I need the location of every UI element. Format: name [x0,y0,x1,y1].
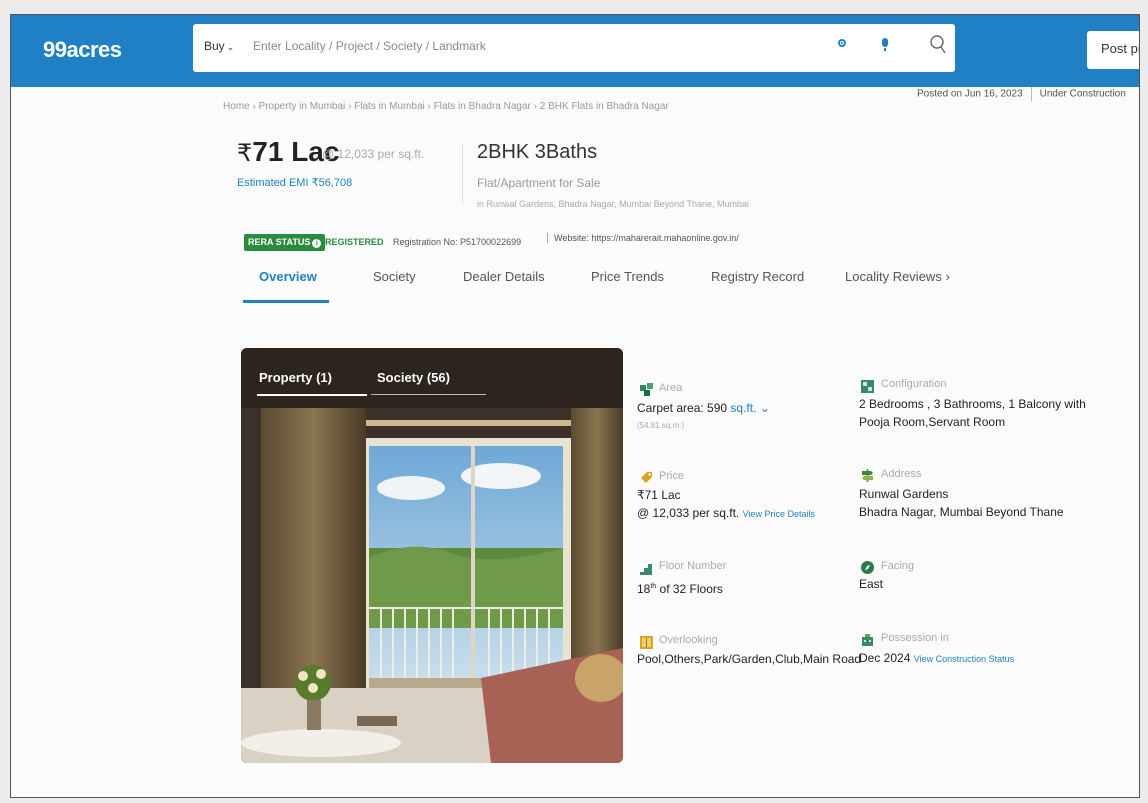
mic-icon[interactable] [882,38,888,51]
search-icon[interactable] [929,34,947,56]
posted-date: Posted on Jun 16, 2023 [917,88,1023,100]
area-icon [640,383,653,396]
property-photo[interactable]: Property (1) Society (56) [241,348,623,763]
view-price-details-link[interactable]: View Price Details [743,509,815,519]
listing-title: 2BHK 3Baths [477,141,598,163]
logo[interactable]: 99acres [43,37,122,63]
construction-status: Under Construction [1039,88,1126,100]
price-per-sqft: @ 12,033 per sq.ft. [322,147,425,161]
search-bar[interactable]: Buy ⌄ Enter Locality / Project / Society … [193,24,955,72]
photo-illustration [241,348,623,763]
listing-location[interactable]: in Runwal Gardens, Bhadra Nagar, Mumbai … [477,199,749,209]
window-view-icon [640,636,653,649]
floor-stairs-icon [640,564,652,575]
browser-frame: 99acres Buy ⌄ Enter Locality / Project / … [10,14,1140,798]
price-tag-icon [641,472,652,483]
registration-number: Registration No: P51700022699 [393,237,522,247]
posted-info: Posted on Jun 16, 2023 Under Construction [917,87,1126,101]
configuration-icon [861,380,874,393]
tab-price-trends[interactable]: Price Trends [591,269,664,284]
info-icon[interactable]: i [312,239,322,248]
photo-tab-divider [371,394,486,395]
search-input[interactable]: Enter Locality / Project / Society / Lan… [253,39,486,53]
active-photo-tab-indicator [257,394,367,396]
tab-locality-reviews[interactable]: Locality Reviews › [845,269,950,284]
building-icon [862,634,873,646]
active-tab-indicator [243,300,329,303]
chevron-right-icon[interactable]: › [945,269,949,284]
breadcrumb[interactable]: Home › Property in Mumbai › Flats in Mum… [223,101,669,112]
buy-dropdown[interactable]: Buy ⌄ [204,39,234,53]
listing-type: Flat/Apartment for Sale [477,176,601,190]
signpost-icon [862,469,873,482]
tab-dealer-details[interactable]: Dealer Details [463,269,545,284]
estimated-emi[interactable]: Estimated EMI ₹56,708 [237,176,352,189]
unit-dropdown[interactable]: sq.ft. ⌄ [730,401,769,415]
section-tabs: Overview Society Dealer Details Price Tr… [241,265,961,305]
post-property-button[interactable]: Post pr [1087,31,1139,69]
tab-overview[interactable]: Overview [259,269,317,284]
photo-tab-property[interactable]: Property (1) [259,370,332,385]
tab-society[interactable]: Society [373,269,416,284]
rera-status: REGISTERED [325,237,384,247]
compass-icon [861,561,874,574]
tab-registry-record[interactable]: Registry Record [711,269,804,284]
rera-badge[interactable]: RERA STATUS i [244,234,326,251]
divider [462,143,463,203]
chevron-down-icon: ⌄ [226,42,235,52]
location-icon[interactable] [838,39,846,47]
chevron-down-icon: ⌄ [759,401,770,415]
top-bar: 99acres Buy ⌄ Enter Locality / Project / … [11,15,1139,87]
rera-website[interactable]: Website: https://maharerait.mahaonline.g… [547,233,739,243]
view-construction-status-link[interactable]: View Construction Status [914,654,1014,664]
photo-tab-society[interactable]: Society (56) [377,370,450,385]
